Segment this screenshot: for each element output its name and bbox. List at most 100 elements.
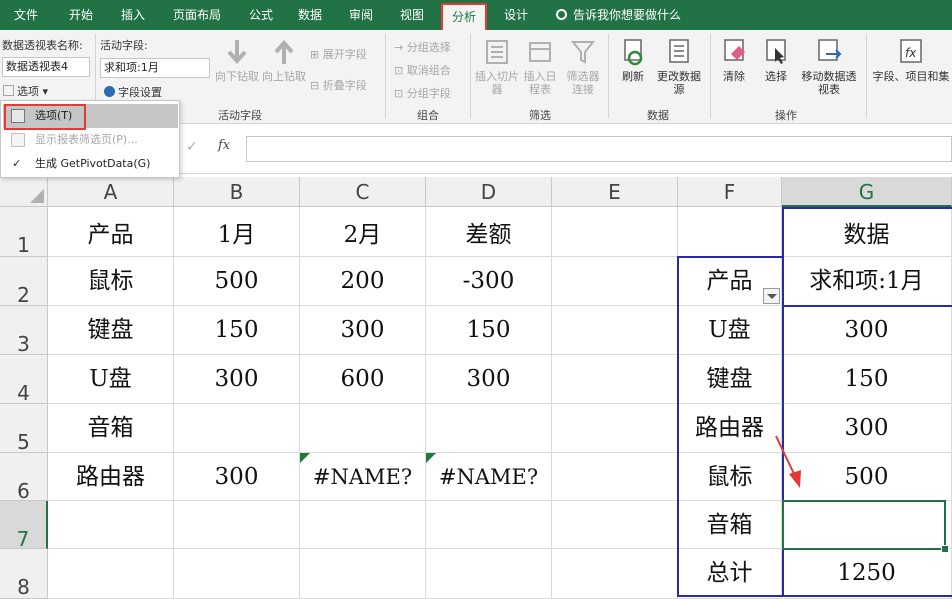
menu-item-options[interactable]: 选项(T) [3, 104, 178, 128]
tab-analyze[interactable]: 分析 [441, 3, 487, 30]
column-header-f[interactable]: F [678, 177, 782, 207]
row-header-2[interactable]: 2 [0, 257, 48, 307]
cell-g3[interactable]: 300 [782, 306, 952, 355]
cell-c8[interactable] [300, 549, 426, 599]
cell-f1[interactable] [678, 207, 782, 257]
cell-d4[interactable]: 300 [426, 355, 552, 404]
filter-connections-button[interactable]: 筛选器连接 [562, 38, 604, 96]
cell-b4[interactable]: 300 [174, 355, 300, 404]
select-all-corner[interactable] [0, 177, 48, 207]
tell-me-search[interactable]: 告诉我你想要做什么 [556, 0, 681, 30]
tab-insert[interactable]: 插入 [110, 0, 156, 30]
drill-up-button[interactable]: 向上钻取 [262, 38, 306, 83]
column-header-d[interactable]: D [426, 177, 552, 207]
pivot-name-input[interactable]: 数据透视表4 [2, 57, 90, 77]
cell-d8[interactable] [426, 549, 552, 599]
cell-e3[interactable] [552, 306, 678, 355]
cell-a5[interactable]: 音箱 [48, 404, 174, 453]
cell-b7[interactable] [174, 501, 300, 549]
formula-input[interactable] [246, 136, 952, 162]
refresh-button[interactable]: 刷新 [613, 38, 653, 83]
cell-b8[interactable] [174, 549, 300, 599]
cell-b1[interactable]: 1月 [174, 207, 300, 257]
column-header-g[interactable]: G [782, 177, 952, 207]
cell-a7[interactable] [48, 501, 174, 549]
cell-d1[interactable]: 差额 [426, 207, 552, 257]
active-field-input[interactable]: 求和项:1月 [100, 58, 210, 78]
tab-home[interactable]: 开始 [52, 0, 110, 30]
cell-c4[interactable]: 600 [300, 355, 426, 404]
tab-formulas[interactable]: 公式 [238, 0, 284, 30]
tab-file[interactable]: 文件 [0, 0, 52, 30]
cell-d7[interactable] [426, 501, 552, 549]
change-data-source-button[interactable]: 更改数据源 [654, 38, 704, 96]
cell-c7[interactable] [300, 501, 426, 549]
expand-field-button[interactable]: ⊞ 展开字段 [310, 46, 367, 62]
tab-review[interactable]: 审阅 [336, 0, 386, 30]
cell-b2[interactable]: 500 [174, 257, 300, 306]
cell-a6[interactable]: 路由器 [48, 453, 174, 501]
cell-d3[interactable]: 150 [426, 306, 552, 355]
cell-c1[interactable]: 2月 [300, 207, 426, 257]
cell-c5[interactable] [300, 404, 426, 453]
cell-g4[interactable]: 150 [782, 355, 952, 404]
cell-g8[interactable]: 1250 [782, 549, 952, 599]
cell-c6[interactable]: #NAME? [300, 453, 426, 501]
menu-item-show-filter-pages[interactable]: 显示报表筛选页(P)... [3, 128, 178, 152]
pivot-filter-dropdown-button[interactable] [763, 288, 780, 304]
cell-d5[interactable] [426, 404, 552, 453]
cell-f5[interactable]: 路由器 [678, 404, 782, 453]
cell-e4[interactable] [552, 355, 678, 404]
fx-icon[interactable]: fx [218, 138, 230, 153]
cell-e2[interactable] [552, 257, 678, 306]
tab-view[interactable]: 视图 [386, 0, 438, 30]
row-header-3[interactable]: 3 [0, 306, 48, 356]
cell-a8[interactable] [48, 549, 174, 599]
column-header-c[interactable]: C [300, 177, 426, 207]
fields-items-sets-button[interactable]: fx 字段、项目和集 [870, 38, 952, 83]
cell-f4[interactable]: 键盘 [678, 355, 782, 404]
tab-data[interactable]: 数据 [284, 0, 336, 30]
cell-c2[interactable]: 200 [300, 257, 426, 306]
cell-e5[interactable] [552, 404, 678, 453]
cell-d2[interactable]: -300 [426, 257, 552, 306]
row-header-8[interactable]: 8 [0, 549, 48, 599]
cell-e7[interactable] [552, 501, 678, 549]
field-settings-button[interactable]: 字段设置 [104, 84, 162, 100]
row-header-7[interactable]: 7 [0, 501, 48, 551]
row-header-5[interactable]: 5 [0, 404, 48, 454]
enter-checkmark-icon[interactable]: ✓ [186, 139, 198, 155]
group-field-button[interactable]: ⊡ 分组字段 [394, 85, 451, 101]
cell-f6[interactable]: 鼠标 [678, 453, 782, 501]
cell-c3[interactable]: 300 [300, 306, 426, 355]
cell-a4[interactable]: U盘 [48, 355, 174, 404]
tab-design[interactable]: 设计 [492, 0, 540, 30]
cell-g7[interactable] [782, 501, 952, 549]
column-header-a[interactable]: A [48, 177, 174, 207]
cell-a3[interactable]: 键盘 [48, 306, 174, 355]
cell-g1[interactable]: 数据 [782, 207, 952, 257]
cell-b5[interactable] [174, 404, 300, 453]
menu-item-getpivotdata[interactable]: ✓ 生成 GetPivotData(G) [3, 152, 178, 176]
cell-e8[interactable] [552, 549, 678, 599]
cell-d6[interactable]: #NAME? [426, 453, 552, 501]
options-button[interactable]: 选项 ▾ [3, 83, 48, 99]
row-header-1[interactable]: 1 [0, 207, 48, 257]
select-button[interactable]: 选择 [756, 38, 796, 83]
cell-a1[interactable]: 产品 [48, 207, 174, 257]
cell-e1[interactable] [552, 207, 678, 257]
collapse-field-button[interactable]: ⊟ 折叠字段 [310, 77, 367, 93]
cell-e6[interactable] [552, 453, 678, 501]
group-selection-button[interactable]: → 分组选择 [394, 39, 451, 55]
column-header-e[interactable]: E [552, 177, 678, 207]
cell-a2[interactable]: 鼠标 [48, 257, 174, 306]
cell-f3[interactable]: U盘 [678, 306, 782, 355]
ungroup-button[interactable]: ⊡ 取消组合 [394, 62, 451, 78]
tab-page-layout[interactable]: 页面布局 [156, 0, 238, 30]
drill-down-button[interactable]: 向下钻取 [211, 38, 263, 83]
move-pivot-button[interactable]: 移动数据透视表 [798, 38, 860, 96]
insert-timeline-button[interactable]: 插入日程表 [520, 38, 560, 96]
clear-button[interactable]: 清除 [714, 38, 754, 83]
cell-g2[interactable]: 求和项:1月 [782, 257, 952, 306]
cell-f7[interactable]: 音箱 [678, 501, 782, 549]
